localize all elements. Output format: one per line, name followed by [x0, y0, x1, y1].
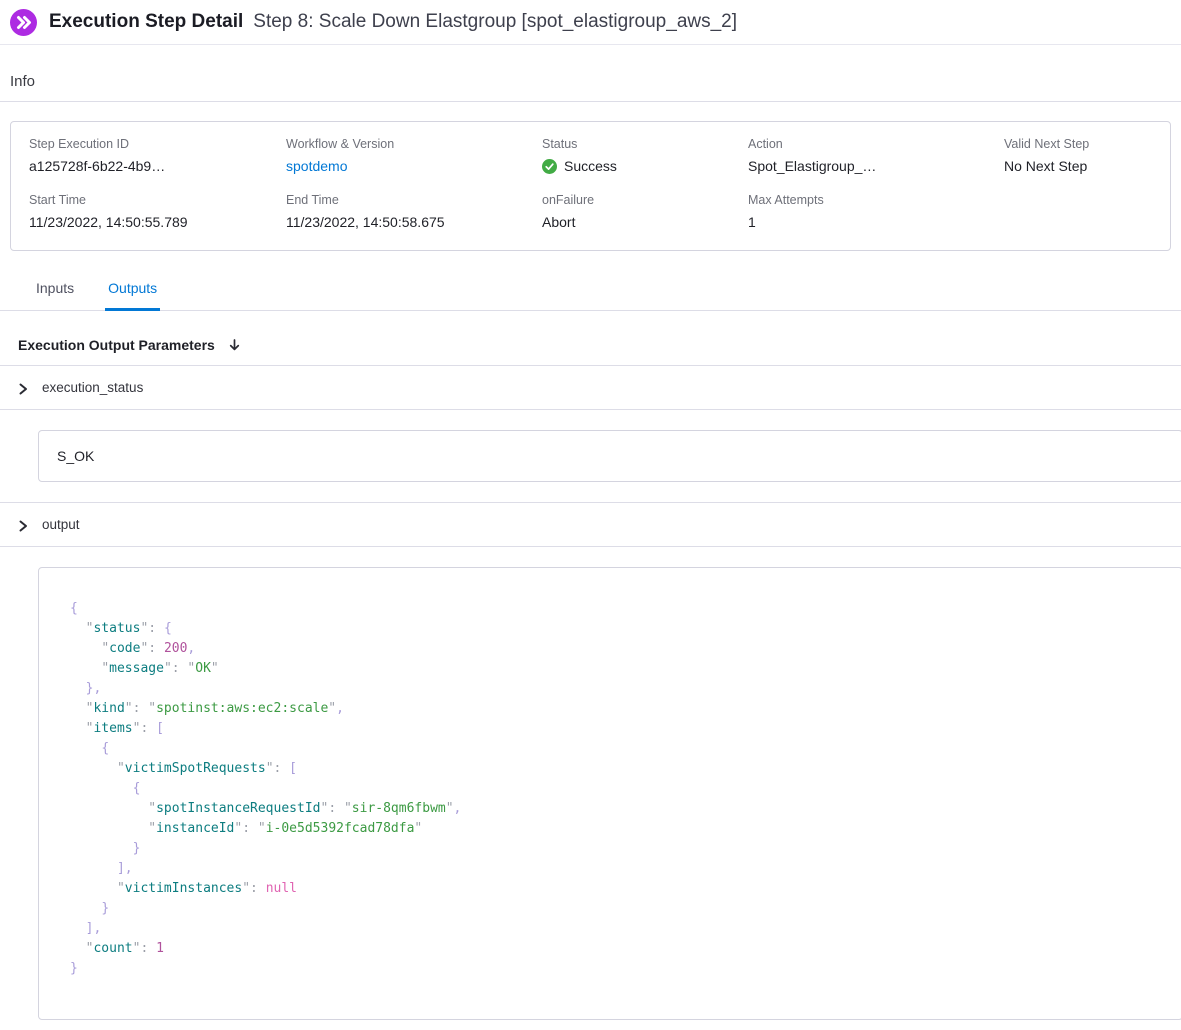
tab-bar: Inputs Outputs — [0, 270, 1181, 311]
json-code: { "status": { "code": 200, "message": "O… — [70, 599, 1162, 979]
field-label: End Time — [286, 193, 542, 207]
field-label: onFailure — [542, 193, 748, 207]
field-step-execution-id: Step Execution ID a125728f-6b22-4b9… — [29, 137, 286, 174]
execution-status-value-box: S_OK — [38, 430, 1181, 482]
field-action: Action Spot_Elastigroup_… — [748, 137, 1004, 174]
field-value: 1 — [748, 214, 1004, 230]
app-header: Execution Step Detail Step 8: Scale Down… — [0, 0, 1181, 45]
field-label: Status — [542, 137, 748, 151]
field-label: Action — [748, 137, 1004, 151]
info-card: Step Execution ID a125728f-6b22-4b9… Wor… — [10, 121, 1171, 251]
tab-outputs[interactable]: Outputs — [105, 270, 160, 311]
field-start-time: Start Time 11/23/2022, 14:50:55.789 — [29, 193, 286, 230]
field-label: Step Execution ID — [29, 137, 286, 151]
arrow-down-icon[interactable] — [227, 338, 242, 353]
field-label: Max Attempts — [748, 193, 1004, 207]
status-text: Success — [564, 158, 617, 174]
page-subtitle: Step 8: Scale Down Elastgroup [spot_elas… — [253, 11, 737, 33]
field-label: Valid Next Step — [1004, 137, 1170, 151]
tab-inputs[interactable]: Inputs — [33, 270, 77, 310]
brand-logo-icon — [10, 9, 37, 36]
output-code-box: { "status": { "code": 200, "message": "O… — [38, 567, 1181, 1020]
field-value: 11/23/2022, 14:50:55.789 — [29, 214, 286, 230]
field-on-failure: onFailure Abort — [542, 193, 748, 230]
field-status: Status Success — [542, 137, 748, 174]
chevron-right-icon[interactable] — [17, 519, 29, 531]
param-name: execution_status — [42, 380, 143, 395]
param-row-output[interactable]: output — [0, 502, 1181, 547]
field-workflow-version: Workflow & Version spotdemo — [286, 137, 542, 174]
field-valid-next-step: Valid Next Step No Next Step — [1004, 137, 1170, 174]
output-params-title: Execution Output Parameters — [18, 337, 215, 353]
field-end-time: End Time 11/23/2022, 14:50:58.675 — [286, 193, 542, 230]
field-value: 11/23/2022, 14:50:58.675 — [286, 214, 542, 230]
param-name: output — [42, 517, 80, 532]
field-label: Workflow & Version — [286, 137, 542, 151]
field-value: No Next Step — [1004, 158, 1170, 174]
workflow-link[interactable]: spotdemo — [286, 158, 542, 174]
param-row-execution-status[interactable]: execution_status — [0, 366, 1181, 410]
field-value: Abort — [542, 214, 748, 230]
field-value: a125728f-6b22-4b9… — [29, 158, 286, 174]
output-params-header: Execution Output Parameters — [0, 323, 1181, 366]
success-check-icon — [542, 159, 557, 174]
field-label: Start Time — [29, 193, 286, 207]
chevron-right-icon[interactable] — [17, 382, 29, 394]
field-max-attempts: Max Attempts 1 — [748, 193, 1004, 230]
field-value: Spot_Elastigroup_… — [748, 158, 1004, 174]
page-title: Execution Step Detail — [49, 11, 243, 33]
info-section-heading: Info — [0, 45, 1181, 102]
